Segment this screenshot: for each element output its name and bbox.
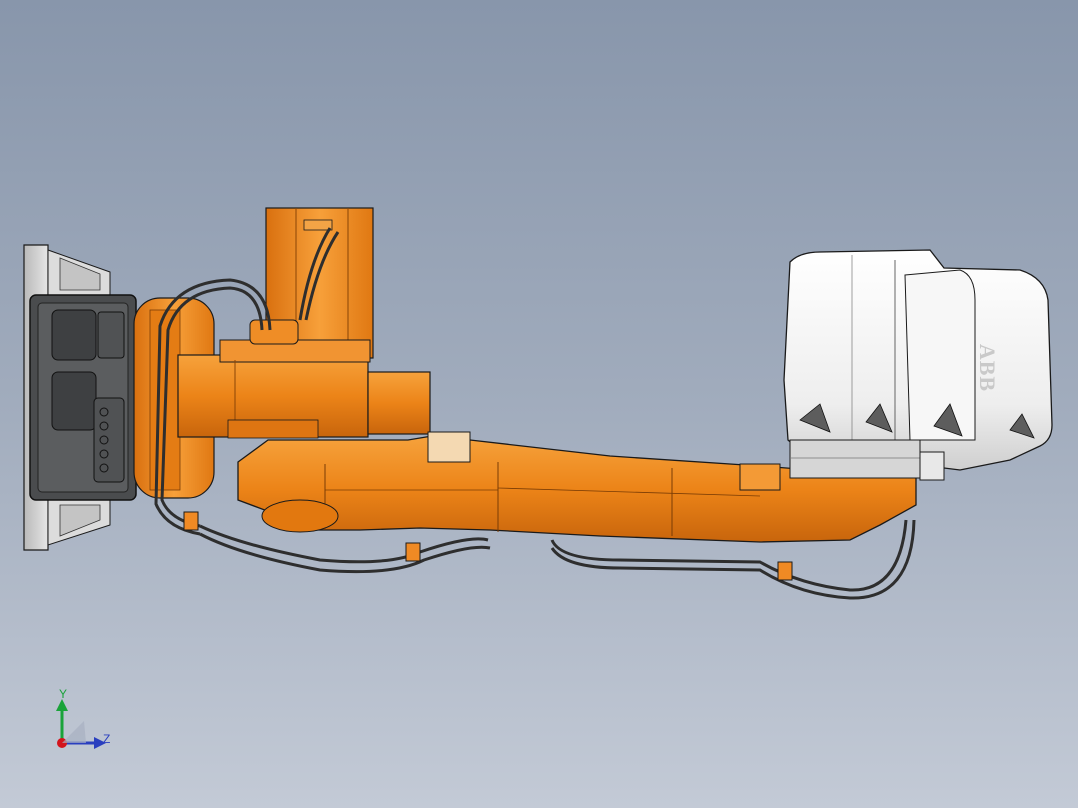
triad-y-label: Y <box>59 687 68 701</box>
abb-logo-text: ABB <box>975 343 1000 393</box>
robot-base[interactable] <box>23 244 137 551</box>
cad-viewport[interactable]: ABB Y Z <box>0 0 1078 808</box>
orientation-triad <box>56 699 106 749</box>
robot-arm-model[interactable] <box>0 0 1078 808</box>
triad-z-label: Z <box>103 732 111 746</box>
wrist-housing[interactable] <box>783 249 1053 481</box>
